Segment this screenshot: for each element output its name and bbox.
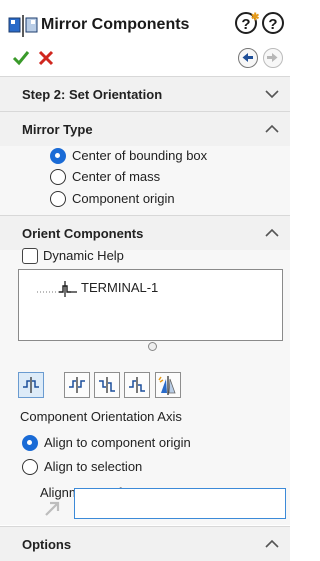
splitter-handle[interactable]: [148, 342, 157, 351]
radio-center-of-mass[interactable]: [50, 169, 66, 185]
alignment-reference-arrow-icon: [40, 495, 66, 526]
orient-option-3-icon[interactable]: [94, 372, 120, 398]
option-label: Component origin: [72, 191, 175, 206]
mirror-components-icon: [8, 15, 38, 39]
ok-check-icon[interactable]: [12, 50, 30, 71]
step-2-header[interactable]: Step 2: Set Orientation: [0, 76, 290, 111]
dynamic-help-checkbox[interactable]: [22, 248, 38, 264]
chevron-up-icon[interactable]: [264, 121, 280, 137]
tree-item-terminal[interactable]: TERMINAL-1: [81, 280, 158, 295]
mirror-type-label: Mirror Type: [22, 122, 93, 137]
radio-align-component-origin[interactable]: [22, 435, 38, 451]
orient-option-2-icon[interactable]: [64, 372, 90, 398]
alignment-reference-field[interactable]: [74, 488, 286, 519]
tree-connector-icon: [37, 281, 77, 297]
radio-component-origin[interactable]: [50, 191, 66, 207]
back-arrow-icon[interactable]: [238, 48, 258, 68]
panel-title: Mirror Components: [41, 16, 190, 33]
radio-center-of-bounding-box[interactable]: [50, 148, 66, 164]
chevron-down-icon[interactable]: [264, 86, 280, 102]
axis-option-label: Align to selection: [44, 459, 143, 474]
axis-option-label: Align to component origin: [44, 435, 191, 450]
chevron-up-icon[interactable]: [264, 225, 280, 241]
property-manager-header: Mirror Components ? ✱ ?: [0, 0, 290, 76]
option-label: Center of bounding box: [72, 148, 208, 163]
dynamic-help-label: Dynamic Help: [43, 248, 124, 263]
orientation-axis-label: Component Orientation Axis: [20, 409, 182, 424]
next-arrow-icon[interactable]: [263, 48, 283, 68]
orient-components-label: Orient Components: [22, 226, 144, 241]
orient-option-1-icon[interactable]: [18, 372, 44, 398]
mirror-parts-icon[interactable]: [155, 372, 181, 398]
chevron-up-icon[interactable]: [264, 536, 280, 552]
whats-new-help-icon[interactable]: ? ✱: [235, 12, 259, 34]
step-label: Step 2: Set Orientation: [22, 87, 163, 102]
components-list[interactable]: TERMINAL-1: [18, 269, 283, 341]
orient-components-header[interactable]: Orient Components: [0, 215, 290, 250]
cancel-x-icon[interactable]: [38, 50, 54, 71]
mirror-type-body: Center of bounding box Center of mass Co…: [0, 146, 290, 215]
orient-option-4-icon[interactable]: [124, 372, 150, 398]
option-label: Center of mass: [72, 169, 161, 184]
options-label: Options: [22, 537, 72, 552]
mirror-type-header[interactable]: Mirror Type: [0, 111, 290, 146]
help-icon[interactable]: ?: [262, 12, 284, 34]
options-header[interactable]: Options: [0, 526, 290, 561]
radio-align-selection[interactable]: [22, 459, 38, 475]
